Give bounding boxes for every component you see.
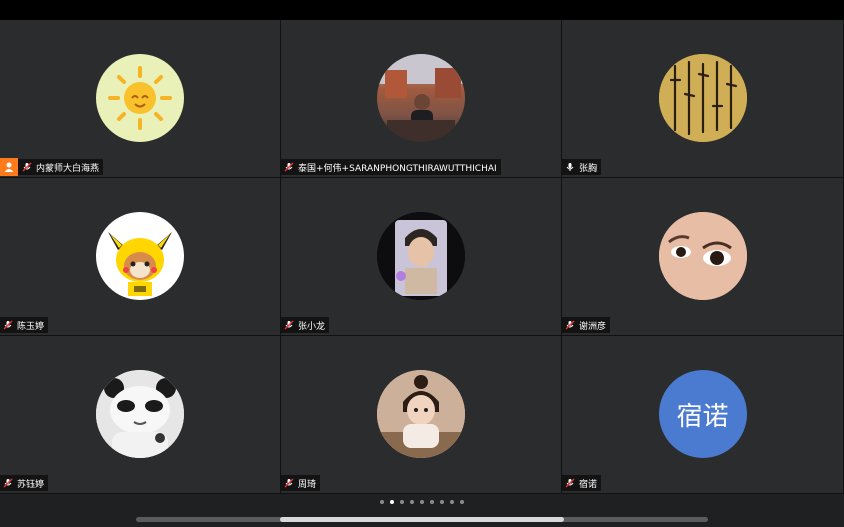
top-status-bar xyxy=(0,0,844,20)
participant-name: 张小龙 xyxy=(298,321,326,332)
name-plate: 苏钰婷 xyxy=(0,475,49,491)
participant-name: 宿诺 xyxy=(579,479,598,490)
page-dot[interactable] xyxy=(400,500,404,504)
host-icon xyxy=(0,158,18,176)
mic-on-icon xyxy=(564,161,576,173)
name-plate: 张小龙 xyxy=(281,317,330,333)
mic-muted-icon xyxy=(21,161,33,173)
sun-avatar-icon xyxy=(108,66,172,130)
mic-muted-icon xyxy=(283,477,295,489)
mic-muted-icon xyxy=(283,319,295,331)
participant-name: 苏钰婷 xyxy=(17,479,45,490)
participant-tile[interactable]: 陈玉婷 xyxy=(0,178,281,336)
mic-muted-icon xyxy=(2,319,14,331)
participant-tile[interactable]: 苏钰婷 xyxy=(0,336,281,494)
participant-name: 内蒙师大白海燕 xyxy=(36,163,100,174)
avatar xyxy=(658,54,747,142)
page-dot[interactable] xyxy=(440,500,444,504)
page-dot[interactable] xyxy=(420,500,424,504)
name-plate: 宿诺 xyxy=(562,475,602,491)
participant-name: 泰国+何伟+SARANPHONGTHIRAWUTTHICHAI xyxy=(298,163,497,174)
participant-tile[interactable]: 谢洲彦 xyxy=(562,178,844,336)
mic-muted-icon xyxy=(283,161,295,173)
avatar xyxy=(96,370,184,458)
avatar xyxy=(377,370,465,458)
participant-name: 张胸 xyxy=(579,163,598,174)
avatar xyxy=(96,54,184,142)
little-girl-avatar-icon xyxy=(377,370,465,458)
mic-muted-icon xyxy=(2,477,14,489)
name-plate: 泰国+何伟+SARANPHONGTHIRAWUTTHICHAI xyxy=(281,159,501,175)
page-dot-active[interactable] xyxy=(390,500,394,504)
name-plate: 内蒙师大白海燕 xyxy=(0,158,104,176)
calligraphy-avatar-icon xyxy=(658,54,747,142)
avatar xyxy=(377,212,465,300)
name-plate: 陈玉婷 xyxy=(0,317,49,333)
avatar-initials: 宿诺 xyxy=(658,370,747,458)
page-indicator[interactable] xyxy=(0,498,844,506)
participant-tile[interactable]: 泰国+何伟+SARANPHONGTHIRAWUTTHICHAI xyxy=(281,20,562,178)
participant-tile[interactable]: 张小龙 xyxy=(281,178,562,336)
mic-muted-icon xyxy=(564,319,576,331)
eye-closeup-avatar-icon xyxy=(658,212,747,300)
participant-name: 谢洲彦 xyxy=(579,321,607,332)
pikachu-costume-avatar-icon xyxy=(108,232,172,296)
name-plate: 谢洲彦 xyxy=(562,317,611,333)
video-grid: 内蒙师大白海燕 泰国+何伟+SARANPHONGTHIRAWUTTHICHAI xyxy=(0,20,844,494)
avatar-initials-text: 宿诺 xyxy=(676,401,729,432)
avatar xyxy=(377,54,465,142)
participant-tile[interactable]: 宿诺 宿诺 xyxy=(562,336,844,494)
name-plate: 张胸 xyxy=(562,159,602,175)
participant-tile[interactable]: 周琦 xyxy=(281,336,562,494)
page-dot[interactable] xyxy=(460,500,464,504)
horizontal-scrollbar-thumb[interactable] xyxy=(280,517,564,522)
avatar xyxy=(96,212,184,300)
mic-muted-icon xyxy=(564,477,576,489)
man-photo-avatar-icon xyxy=(377,54,465,142)
young-man-selfie-avatar-icon xyxy=(377,212,465,300)
page-dot[interactable] xyxy=(380,500,384,504)
page-dot[interactable] xyxy=(430,500,434,504)
page-dot[interactable] xyxy=(410,500,414,504)
participant-tile[interactable]: 张胸 xyxy=(562,20,844,178)
participant-name: 周琦 xyxy=(298,479,317,490)
participant-tile[interactable]: 内蒙师大白海燕 xyxy=(0,20,281,178)
panda-meme-avatar-icon xyxy=(96,370,184,458)
avatar xyxy=(658,212,747,300)
participant-name: 陈玉婷 xyxy=(17,321,45,332)
page-dot[interactable] xyxy=(450,500,454,504)
name-plate: 周琦 xyxy=(281,475,321,491)
